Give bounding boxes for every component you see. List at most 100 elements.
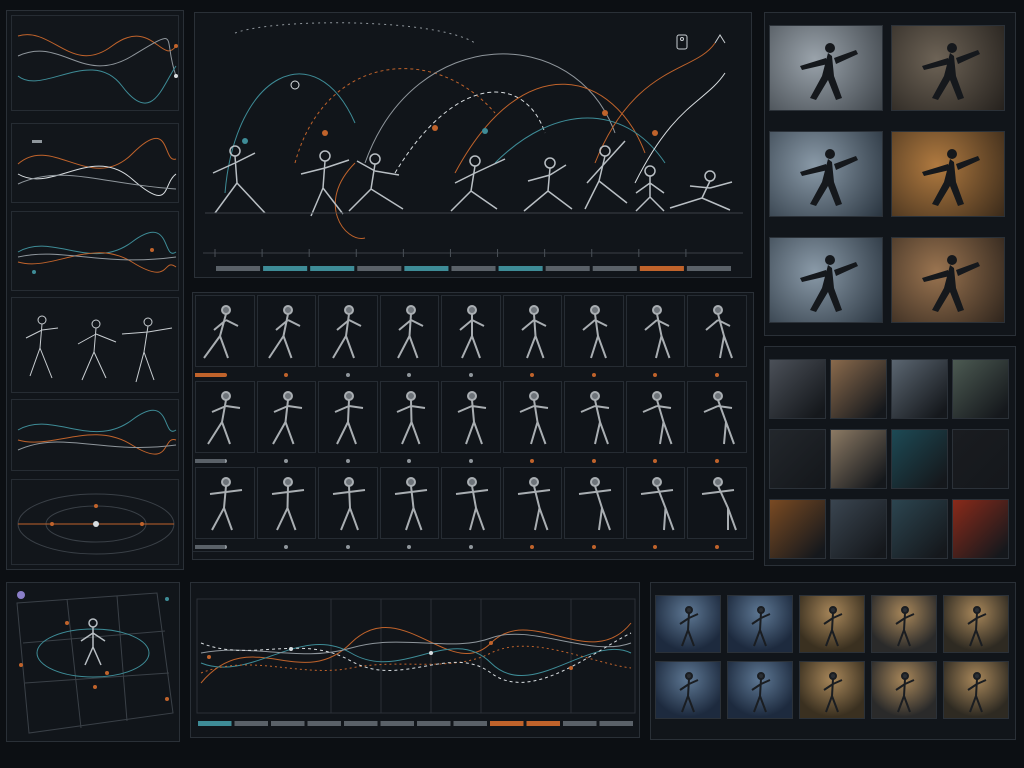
material-swatch[interactable] xyxy=(830,359,887,419)
lighting-thumb[interactable] xyxy=(871,661,937,719)
material-swatch[interactable] xyxy=(952,429,1009,489)
reference-thumb[interactable] xyxy=(891,237,1005,323)
stage-3d-panel[interactable] xyxy=(6,582,180,742)
lighting-thumb[interactable] xyxy=(655,661,721,719)
pose-cell[interactable] xyxy=(256,381,316,453)
pose-cell[interactable] xyxy=(195,467,255,539)
timeline-segment[interactable] xyxy=(404,266,449,271)
timeline-segment[interactable] xyxy=(639,266,684,271)
lighting-thumb[interactable] xyxy=(727,595,793,653)
pose-cell[interactable] xyxy=(687,381,747,453)
graph-timeline-segment[interactable] xyxy=(344,721,378,726)
lighting-thumb[interactable] xyxy=(943,661,1009,719)
lighting-thumb[interactable] xyxy=(799,661,865,719)
reference-thumb[interactable] xyxy=(769,25,883,111)
pose-cell[interactable] xyxy=(687,467,747,539)
graph-timeline-segment[interactable] xyxy=(271,721,305,726)
pose-cell[interactable] xyxy=(441,467,501,539)
timeline-segment[interactable] xyxy=(686,266,731,271)
pose-marker xyxy=(468,373,473,377)
timeline-segment[interactable] xyxy=(451,266,496,271)
orbit-graph xyxy=(17,493,175,555)
pose-cell[interactable] xyxy=(502,381,562,453)
graph-timeline-segment[interactable] xyxy=(490,721,524,726)
timeline-segment[interactable] xyxy=(357,266,402,271)
curve-preview-4[interactable] xyxy=(11,399,179,471)
lighting-thumb[interactable] xyxy=(799,595,865,653)
reference-thumb[interactable] xyxy=(769,237,883,323)
pose-cell[interactable] xyxy=(502,295,562,367)
pose-cell[interactable] xyxy=(318,295,378,367)
lighting-thumb[interactable] xyxy=(727,661,793,719)
pose-figure xyxy=(209,477,243,531)
pose-cell[interactable] xyxy=(379,467,439,539)
graph-timeline-segment[interactable] xyxy=(599,721,634,726)
pose-cell[interactable] xyxy=(195,381,255,453)
material-swatch[interactable] xyxy=(891,359,948,419)
pose-cell[interactable] xyxy=(256,295,316,367)
dancer-silhouette xyxy=(800,255,858,312)
graph-timeline-segment[interactable] xyxy=(453,721,488,726)
timeline-segment[interactable] xyxy=(310,266,355,271)
pose-cell[interactable] xyxy=(318,381,378,453)
timeline-track[interactable] xyxy=(214,249,731,271)
pose-cell[interactable] xyxy=(256,467,316,539)
pose-cell[interactable] xyxy=(687,295,747,367)
material-swatch[interactable] xyxy=(769,359,826,419)
timeline-segment[interactable] xyxy=(592,266,637,271)
pose-cell[interactable] xyxy=(379,295,439,367)
graph-timeline-segment[interactable] xyxy=(198,721,232,726)
pose-cell[interactable] xyxy=(625,381,685,453)
curve-preview-3[interactable] xyxy=(11,211,179,291)
timeline-segment[interactable] xyxy=(263,266,308,271)
curve-preview-2[interactable] xyxy=(11,123,179,203)
pose-cell[interactable] xyxy=(564,381,624,453)
skeleton-preview[interactable] xyxy=(11,297,179,393)
material-swatch[interactable] xyxy=(952,499,1009,559)
pose-figure xyxy=(642,391,672,445)
timeline-segment[interactable] xyxy=(545,266,590,271)
curve-preview-1[interactable] xyxy=(11,15,179,111)
pose-cell[interactable] xyxy=(441,381,501,453)
material-swatch[interactable] xyxy=(891,429,948,489)
pose-cell[interactable] xyxy=(564,467,624,539)
reference-thumb[interactable] xyxy=(891,25,1005,111)
pose-figure xyxy=(203,305,239,359)
lighting-thumb[interactable] xyxy=(655,595,721,653)
material-swatch[interactable] xyxy=(769,499,826,559)
pose-marker xyxy=(407,459,412,463)
material-swatch[interactable] xyxy=(769,429,826,489)
pose-figure xyxy=(334,391,364,445)
graph-timeline-segment[interactable] xyxy=(417,721,451,726)
graph-timeline-segment[interactable] xyxy=(234,721,269,726)
lighting-thumb[interactable] xyxy=(871,595,937,653)
pose-cell[interactable] xyxy=(625,467,685,539)
timeline-segment[interactable] xyxy=(216,266,261,271)
pose-cell[interactable] xyxy=(318,467,378,539)
motion-arc-panel[interactable] xyxy=(194,12,752,278)
material-swatch[interactable] xyxy=(830,429,887,489)
reference-thumb[interactable] xyxy=(891,131,1005,217)
pose-cell[interactable] xyxy=(379,381,439,453)
pose-cell[interactable] xyxy=(441,295,501,367)
graph-timeline-track[interactable] xyxy=(198,721,633,726)
timeline-segment[interactable] xyxy=(498,266,543,271)
reference-thumb[interactable] xyxy=(769,131,883,217)
material-swatch[interactable] xyxy=(891,499,948,559)
pose-cell[interactable] xyxy=(502,467,562,539)
graph-timeline-segment[interactable] xyxy=(380,721,415,726)
pose-figure xyxy=(703,391,735,445)
pose-cell[interactable] xyxy=(625,295,685,367)
pose-cell[interactable] xyxy=(195,295,255,367)
graph-timeline-segment[interactable] xyxy=(563,721,597,726)
graph-timeline-segment[interactable] xyxy=(526,721,561,726)
graph-editor-panel[interactable] xyxy=(190,582,640,738)
pose-figure xyxy=(517,477,550,531)
lighting-thumb[interactable] xyxy=(943,595,1009,653)
orbit-preview[interactable] xyxy=(11,479,179,565)
material-swatch[interactable] xyxy=(952,359,1009,419)
pose-cell[interactable] xyxy=(564,295,624,367)
pose-grid-panel xyxy=(192,292,754,560)
graph-timeline-segment[interactable] xyxy=(307,721,342,726)
material-swatch[interactable] xyxy=(830,499,887,559)
